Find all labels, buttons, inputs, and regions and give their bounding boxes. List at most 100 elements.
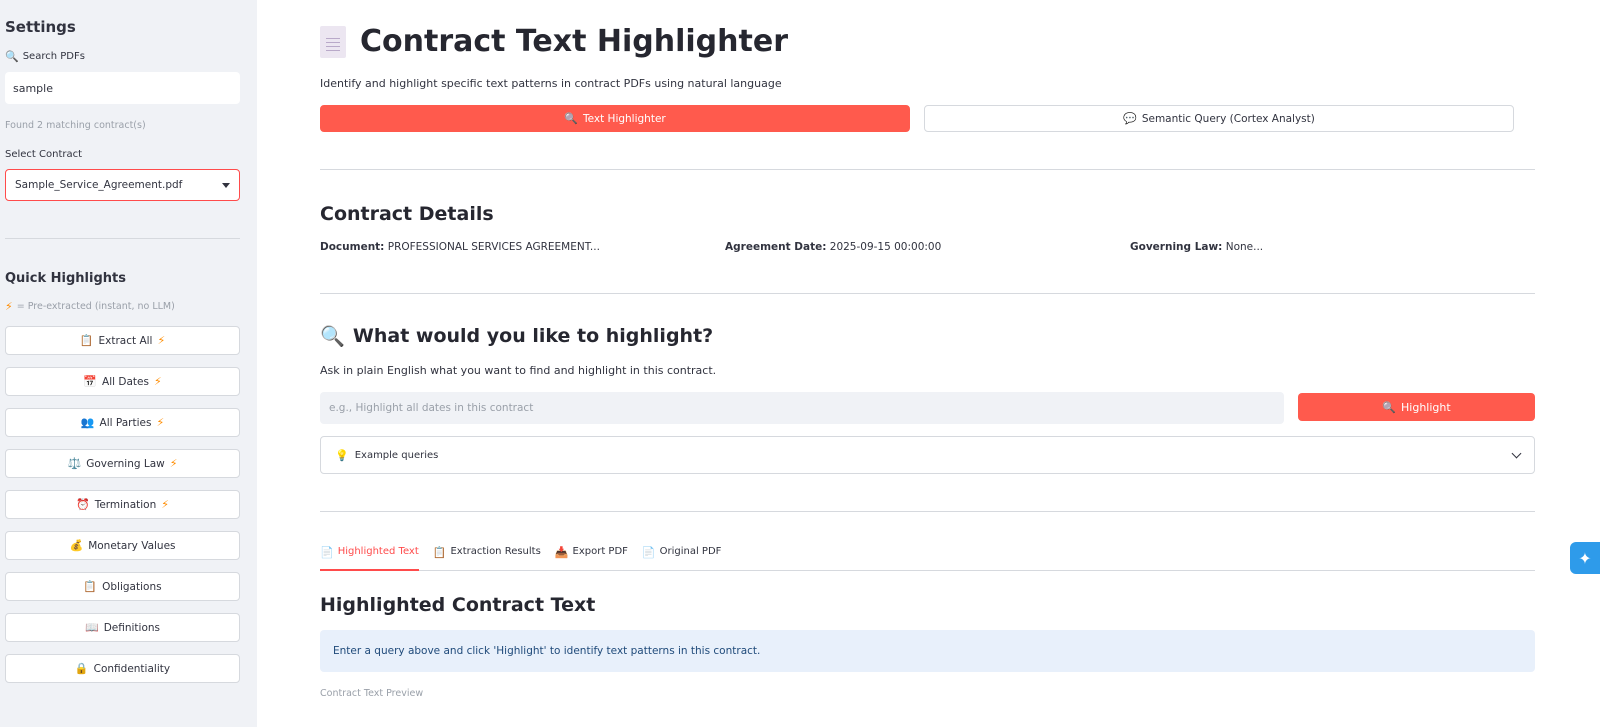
info-message: Enter a query above and click 'Highlight… [320, 630, 1535, 672]
search-icon: 🔍 [1382, 400, 1397, 414]
lightning-icon: ⚡ [156, 416, 165, 429]
contract-text-preview-label: Contract Text Preview [320, 688, 424, 699]
button-label: Termination [94, 498, 157, 511]
expander-label-group: 💡 Example queries [335, 449, 438, 462]
highlighted-text-heading: Highlighted Contract Text [320, 594, 596, 616]
button-label: All Dates [102, 375, 149, 388]
document-icon [320, 25, 346, 58]
page-title: Contract Text Highlighter [360, 24, 788, 59]
alarm-clock-icon: ⏰ [75, 498, 90, 511]
lightning-icon: ⚡ [157, 334, 166, 347]
contract-details-row: Document: PROFESSIONAL SERVICES AGREEMEN… [320, 241, 1535, 253]
search-input[interactable]: sample [5, 72, 240, 104]
contract-details-heading: Contract Details [320, 203, 494, 225]
book-icon: 📖 [84, 621, 99, 634]
text-highlighter-mode-button[interactable]: 🔍 Text Highlighter [320, 105, 910, 132]
quick-all-parties-button[interactable]: 👥 All Parties ⚡ [5, 408, 240, 437]
button-label: Semantic Query (Cortex Analyst) [1141, 112, 1315, 125]
search-icon: 🔍 [5, 50, 19, 63]
quick-monetary-values-button[interactable]: 💰 Monetary Values [5, 531, 240, 560]
lightbulb-icon: 💡 [335, 448, 349, 462]
quick-termination-button[interactable]: ⏰ Termination ⚡ [5, 490, 240, 519]
button-label: Definitions [103, 621, 161, 634]
clipboard-icon: 📋 [79, 334, 94, 347]
assistant-sparkle-button[interactable]: ✦ [1570, 542, 1600, 574]
mode-switcher: 🔍 Text Highlighter 💬 Semantic Query (Cor… [320, 105, 1535, 132]
agreement-date-value: 2025-09-15 00:00:00 [829, 241, 942, 253]
button-label: Obligations [102, 580, 162, 593]
quick-definitions-button[interactable]: 📖 Definitions [5, 613, 240, 642]
governing-law-label: Governing Law: [1130, 241, 1223, 253]
quick-highlights-note: ⚡ = Pre-extracted (instant, no LLM) [5, 300, 252, 313]
clipboard-icon: 📋 [83, 580, 98, 593]
button-label: Governing Law [86, 457, 165, 470]
select-contract-label: Select Contract [5, 149, 83, 160]
contract-select[interactable]: Sample_Service_Agreement.pdf [5, 169, 240, 201]
quick-highlights-note-text: = Pre-extracted (instant, no LLM) [16, 301, 175, 312]
sidebar-divider [5, 238, 240, 239]
sparkle-icon: ✦ [1578, 548, 1592, 568]
tab-highlighted-text[interactable]: 📄 Highlighted Text [320, 544, 419, 571]
search-result-caption: Found 2 matching contract(s) [5, 120, 146, 131]
document-detail-value: PROFESSIONAL SERVICES AGREEMENT... [387, 241, 600, 253]
tab-label: Highlighted Text [337, 546, 419, 557]
quick-extract-all-button[interactable]: 📋 Extract All ⚡ [5, 326, 240, 355]
document-detail: Document: PROFESSIONAL SERVICES AGREEMEN… [320, 241, 725, 253]
tab-label: Original PDF [659, 546, 722, 557]
sidebar: Settings 🔍 Search PDFs sample Found 2 ma… [0, 0, 257, 727]
document-icon: 📄 [641, 546, 656, 559]
button-label: Text Highlighter [582, 112, 666, 125]
lightning-icon: ⚡ [161, 498, 169, 511]
contract-select-value: Sample_Service_Agreement.pdf [15, 179, 183, 191]
governing-law-detail: Governing Law: None... [1130, 241, 1535, 253]
result-tabs: 📄 Highlighted Text 📋 Extraction Results 📥 E… [320, 544, 1535, 571]
highlight-heading-row: 🔍 What would you like to highlight? [320, 324, 1535, 348]
scales-icon: ⚖️ [67, 457, 82, 470]
chevron-down-icon [1511, 448, 1522, 458]
agreement-date-label: Agreement Date: [725, 241, 827, 253]
clipboard-icon: 📋 [432, 546, 447, 559]
example-queries-expander[interactable]: 💡 Example queries [320, 436, 1535, 474]
highlight-button[interactable]: 🔍 Highlight [1298, 393, 1535, 421]
button-label: All Parties [99, 416, 152, 429]
section-divider [320, 169, 1535, 170]
governing-law-value: None... [1225, 241, 1264, 253]
section-divider [320, 511, 1535, 512]
magnifier-icon: 🔍 [320, 324, 345, 348]
button-label: Confidentiality [93, 662, 171, 675]
lightning-icon: ⚡ [169, 457, 178, 470]
search-label-text: Search PDFs [22, 51, 85, 62]
agreement-date-detail: Agreement Date: 2025-09-15 00:00:00 [725, 241, 1130, 253]
query-row: e.g., Highlight all dates in this contra… [320, 392, 1535, 424]
quick-obligations-button[interactable]: 📋 Obligations [5, 572, 240, 601]
tab-extraction-results[interactable]: 📋 Extraction Results [433, 544, 541, 571]
quick-governing-law-button[interactable]: ⚖️ Governing Law ⚡ [5, 449, 240, 478]
calendar-icon: 📅 [83, 375, 98, 388]
tab-label: Extraction Results [450, 546, 541, 557]
semantic-query-mode-button[interactable]: 💬 Semantic Query (Cortex Analyst) [924, 105, 1514, 132]
main-content: Contract Text Highlighter Identify and h… [320, 0, 1535, 699]
button-label: Extract All [98, 334, 153, 347]
quick-highlights-list: 📋 Extract All ⚡ 📅 All Dates ⚡ 👥 All Parties ⚡ … [5, 326, 252, 683]
expander-label: Example queries [354, 449, 439, 461]
lock-icon: 🔒 [74, 662, 89, 675]
quick-highlights-title: Quick Highlights [5, 271, 126, 286]
quick-confidentiality-button[interactable]: 🔒 Confidentiality [5, 654, 240, 683]
document-detail-label: Document: [320, 241, 385, 253]
people-icon: 👥 [80, 416, 95, 429]
button-label: Monetary Values [88, 539, 176, 552]
lightning-icon: ⚡ [153, 375, 162, 388]
highlight-heading: What would you like to highlight? [352, 325, 714, 347]
document-icon: 📄 [320, 546, 334, 559]
lightning-icon: ⚡ [5, 300, 13, 313]
page-subtitle: Identify and highlight specific text pat… [320, 77, 782, 90]
search-icon: 🔍 [564, 112, 578, 125]
tab-export-pdf[interactable]: 📥 Export PDF [555, 544, 628, 571]
highlight-query-input[interactable]: e.g., Highlight all dates in this contra… [320, 392, 1284, 424]
money-bag-icon: 💰 [69, 539, 84, 552]
button-label: Highlight [1401, 400, 1451, 414]
tab-original-pdf[interactable]: 📄 Original PDF [642, 544, 722, 571]
search-label: 🔍 Search PDFs [5, 50, 252, 63]
tab-label: Export PDF [572, 546, 628, 557]
quick-all-dates-button[interactable]: 📅 All Dates ⚡ [5, 367, 240, 396]
